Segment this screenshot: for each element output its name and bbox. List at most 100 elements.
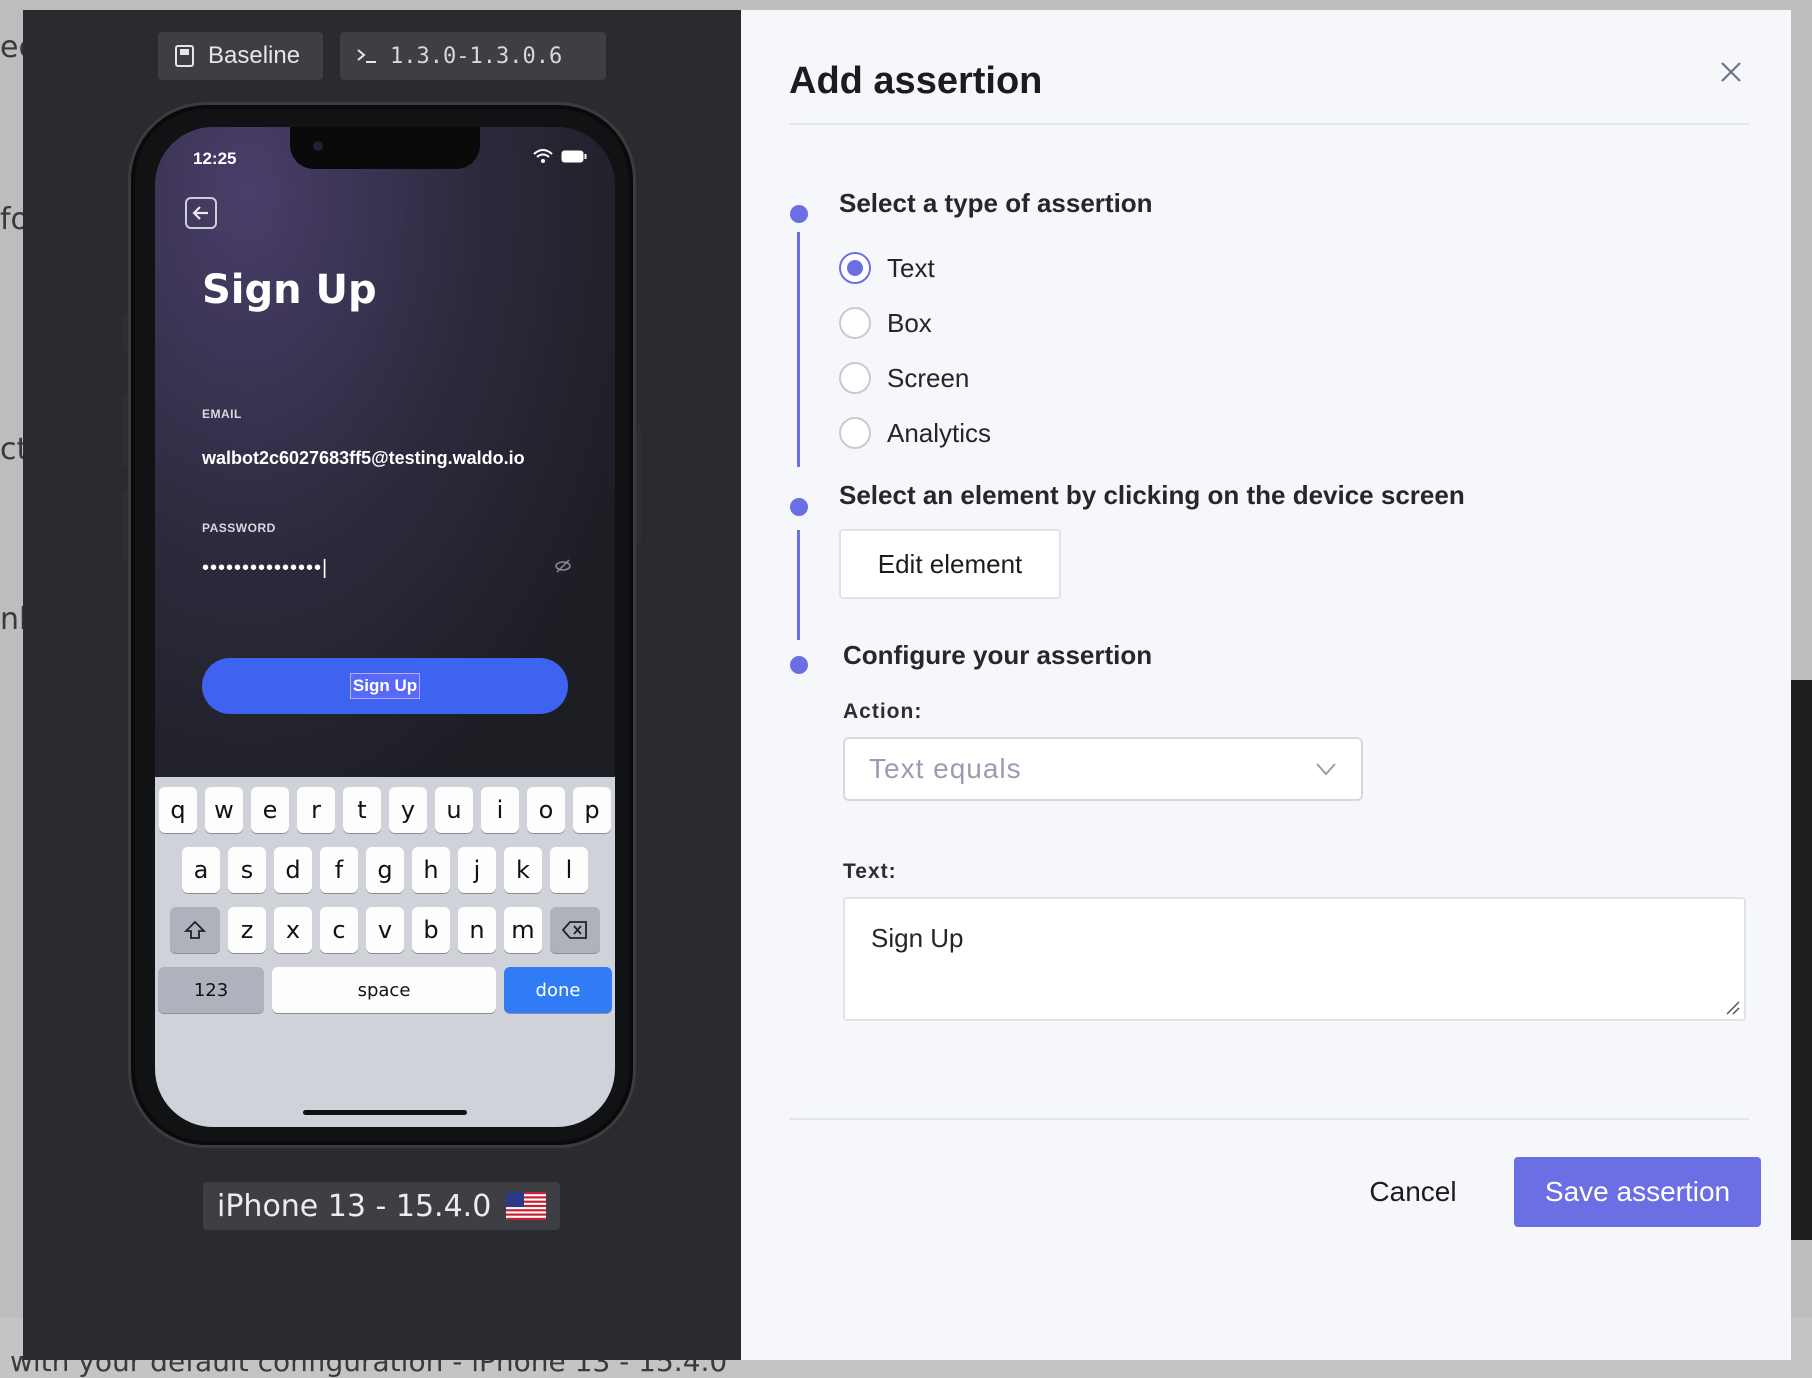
key[interactable]: b bbox=[412, 907, 450, 953]
radio-label: Screen bbox=[887, 362, 970, 393]
device-name: iPhone 13 - 15.4.0 bbox=[217, 1188, 492, 1224]
step-1-heading: Select a type of assertion bbox=[839, 188, 1153, 218]
screen-title: Sign Up bbox=[202, 267, 377, 313]
key[interactable]: i bbox=[481, 787, 519, 833]
key[interactable]: e bbox=[251, 787, 289, 833]
shift-key[interactable] bbox=[170, 907, 220, 953]
camera-icon bbox=[313, 141, 323, 151]
key[interactable]: m bbox=[504, 907, 542, 953]
key[interactable]: p bbox=[573, 787, 611, 833]
eye-off-icon[interactable] bbox=[555, 559, 571, 578]
key[interactable]: f bbox=[320, 847, 358, 893]
book-icon bbox=[174, 44, 196, 68]
phone-side-button bbox=[123, 490, 128, 562]
key[interactable]: n bbox=[458, 907, 496, 953]
radio-option-screen[interactable]: Screen bbox=[839, 362, 969, 394]
backspace-icon bbox=[562, 921, 587, 939]
step-indicator bbox=[790, 498, 808, 516]
key[interactable]: t bbox=[343, 787, 381, 833]
sign-up-button[interactable]: Sign Up bbox=[202, 658, 568, 714]
sign-up-label-highlighted[interactable]: Sign Up bbox=[349, 673, 421, 699]
key[interactable]: w bbox=[205, 787, 243, 833]
radio-label: Box bbox=[887, 307, 932, 338]
save-assertion-button[interactable]: Save assertion bbox=[1514, 1157, 1761, 1227]
edit-element-button[interactable]: Edit element bbox=[839, 529, 1061, 599]
action-select[interactable]: Text equals bbox=[843, 737, 1363, 801]
key[interactable]: a bbox=[182, 847, 220, 893]
us-flag-icon bbox=[506, 1192, 546, 1220]
action-label: Action: bbox=[843, 700, 923, 723]
password-field[interactable]: •••••••••••••••| bbox=[202, 557, 328, 580]
bg-panel bbox=[1790, 680, 1812, 1240]
close-icon bbox=[1721, 62, 1741, 82]
resize-grip-icon[interactable] bbox=[1724, 999, 1740, 1015]
key[interactable]: j bbox=[458, 847, 496, 893]
radio-option-analytics[interactable]: Analytics bbox=[839, 417, 991, 449]
step-connector bbox=[797, 530, 800, 640]
terminal-icon bbox=[356, 47, 378, 65]
done-key[interactable]: done bbox=[504, 967, 612, 1013]
key[interactable]: l bbox=[550, 847, 588, 893]
step-connector bbox=[797, 232, 800, 467]
status-time: 12:25 bbox=[193, 149, 237, 168]
key[interactable]: u bbox=[435, 787, 473, 833]
text-label: Text: bbox=[843, 860, 897, 883]
divider bbox=[789, 1118, 1749, 1120]
key[interactable]: h bbox=[412, 847, 450, 893]
space-key[interactable]: space bbox=[272, 967, 496, 1013]
assertion-text-value: Sign Up bbox=[871, 923, 964, 953]
phone-frame: 12:25 Sign Up EMAIL walbot2c6027683ff5@t… bbox=[123, 102, 641, 1148]
cancel-button[interactable]: Cancel bbox=[1329, 1157, 1497, 1227]
radio-button[interactable] bbox=[839, 307, 871, 339]
battery-icon bbox=[561, 150, 587, 168]
key[interactable]: k bbox=[504, 847, 542, 893]
key[interactable]: v bbox=[366, 907, 404, 953]
email-field[interactable]: walbot2c6027683ff5@testing.waldo.io bbox=[202, 448, 525, 469]
step-3-heading: Configure your assertion bbox=[843, 640, 1153, 670]
phone-side-button bbox=[123, 315, 128, 351]
key[interactable]: y bbox=[389, 787, 427, 833]
modal-title: Add assertion bbox=[789, 60, 1043, 102]
key[interactable]: d bbox=[274, 847, 312, 893]
keyboard-row: z x c v b n m bbox=[158, 907, 612, 953]
version-label: 1.3.0-1.3.0.6 bbox=[390, 43, 563, 69]
phone-side-button bbox=[123, 395, 128, 467]
baseline-badge[interactable]: Baseline bbox=[158, 32, 323, 80]
radio-button[interactable] bbox=[839, 417, 871, 449]
shift-icon bbox=[184, 920, 206, 939]
numbers-key[interactable]: 123 bbox=[158, 967, 264, 1013]
assertion-text-input[interactable]: Sign Up bbox=[843, 897, 1746, 1021]
password-label: PASSWORD bbox=[202, 521, 276, 535]
step-2-heading: Select an element by clicking on the dev… bbox=[839, 480, 1465, 510]
email-label: EMAIL bbox=[202, 407, 242, 421]
divider bbox=[789, 123, 1749, 125]
phone-side-button bbox=[636, 425, 641, 545]
radio-button[interactable] bbox=[839, 252, 871, 284]
radio-label: Text bbox=[887, 252, 935, 283]
device-screen[interactable]: 12:25 Sign Up EMAIL walbot2c6027683ff5@t… bbox=[155, 127, 615, 1127]
key[interactable]: x bbox=[274, 907, 312, 953]
on-screen-keyboard: q w e r t y u i o p a s d f g h j k l z … bbox=[155, 777, 615, 1127]
close-button[interactable] bbox=[1711, 52, 1751, 92]
action-select-value: Text equals bbox=[869, 753, 1022, 784]
key[interactable]: g bbox=[366, 847, 404, 893]
status-icons bbox=[533, 149, 587, 168]
baseline-label: Baseline bbox=[208, 42, 301, 69]
radio-option-text[interactable]: Text bbox=[839, 252, 935, 284]
key[interactable]: r bbox=[297, 787, 335, 833]
back-button[interactable] bbox=[185, 197, 217, 229]
key[interactable]: q bbox=[159, 787, 197, 833]
keyboard-row: q w e r t y u i o p bbox=[158, 787, 612, 833]
key[interactable]: o bbox=[527, 787, 565, 833]
version-badge[interactable]: 1.3.0-1.3.0.6 bbox=[340, 32, 606, 80]
radio-option-box[interactable]: Box bbox=[839, 307, 932, 339]
home-indicator bbox=[303, 1110, 467, 1115]
assertion-form-pane: Add assertion Select a type of assertion… bbox=[741, 10, 1791, 1360]
key[interactable]: z bbox=[228, 907, 266, 953]
device-name-badge: iPhone 13 - 15.4.0 bbox=[203, 1182, 560, 1230]
add-assertion-modal: Baseline 1.3.0-1.3.0.6 12:25 Sign Up EMA… bbox=[23, 10, 1791, 1360]
key[interactable]: s bbox=[228, 847, 266, 893]
radio-button[interactable] bbox=[839, 362, 871, 394]
backspace-key[interactable] bbox=[550, 907, 600, 953]
key[interactable]: c bbox=[320, 907, 358, 953]
